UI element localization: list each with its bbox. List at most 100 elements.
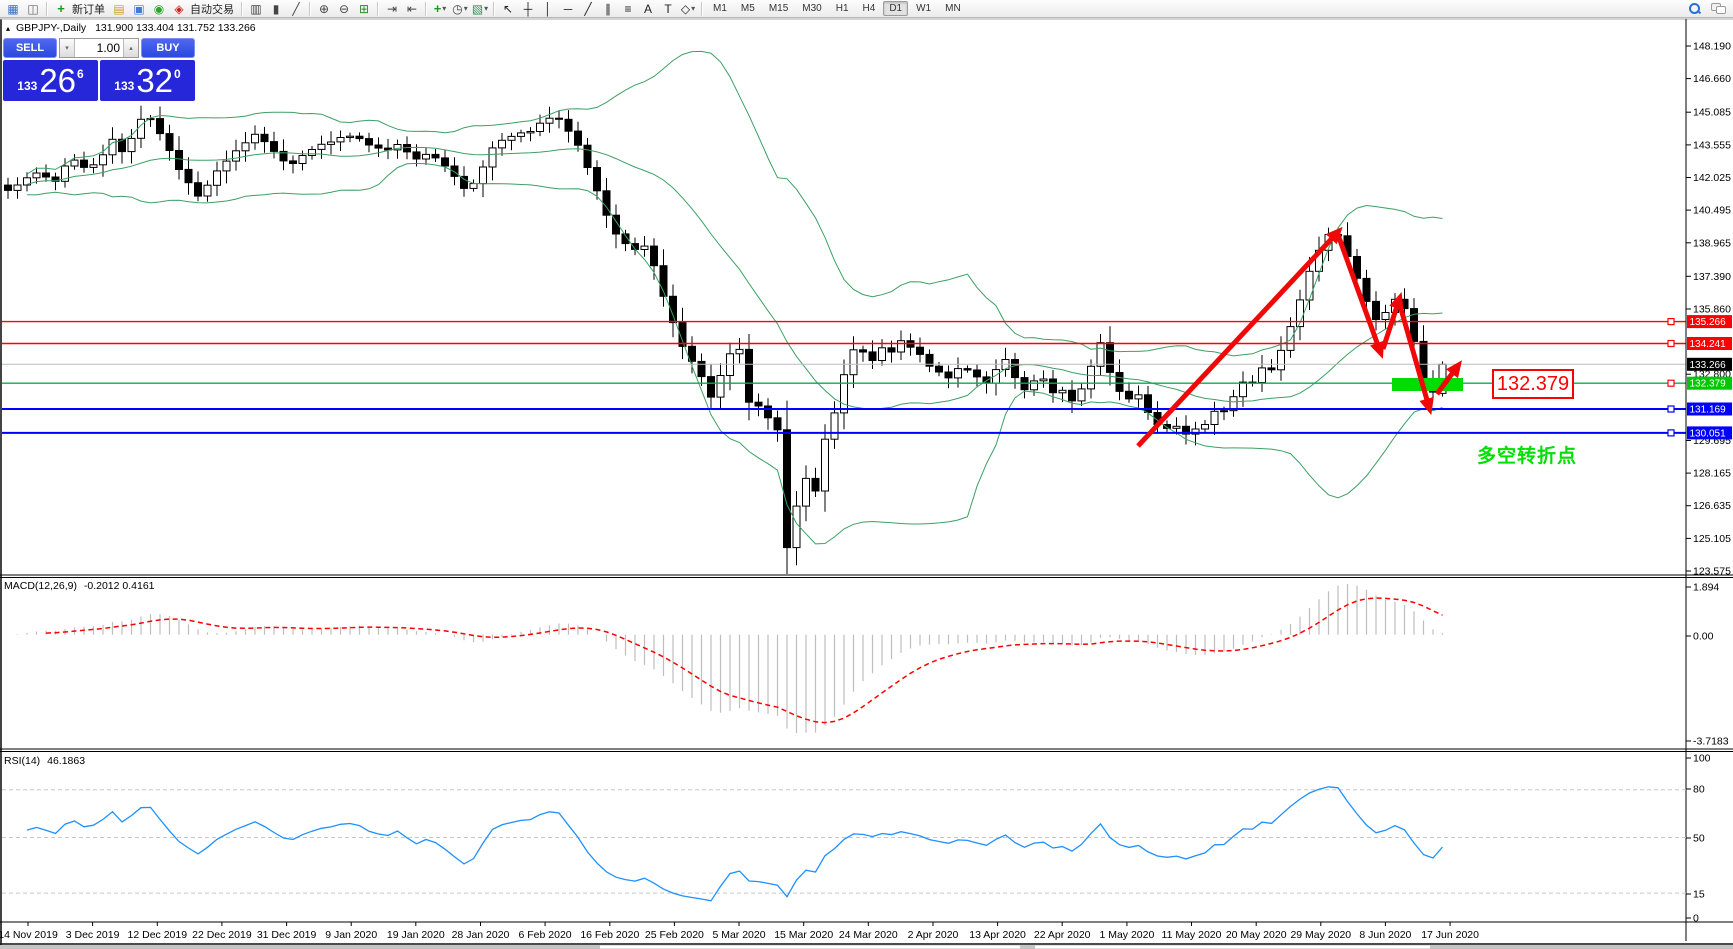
new-chart-icon[interactable]: ▦	[3, 1, 23, 17]
date-label: 29 May 2020	[1290, 929, 1351, 941]
svg-text:148.190: 148.190	[1693, 41, 1731, 53]
bar-chart-icon[interactable]: ▥	[246, 1, 266, 17]
buy-price-display[interactable]: 133 32 0	[100, 60, 195, 101]
svg-text:135.266: 135.266	[1690, 317, 1727, 328]
timeframe-m30[interactable]: M30	[796, 1, 827, 16]
auto-scroll-icon[interactable]: ⇤	[402, 1, 422, 17]
crosshair-icon[interactable]: ┼	[518, 1, 538, 17]
date-label: 28 Jan 2020	[452, 929, 510, 941]
date-label: 11 May 2020	[1162, 929, 1222, 941]
timeframe-m1[interactable]: M1	[707, 1, 733, 16]
templates-icon[interactable]: ▧▾	[470, 1, 490, 17]
buy-price-big: 32	[136, 63, 173, 99]
svg-text:0: 0	[1693, 913, 1699, 925]
new-order-icon-label[interactable]: 新订单	[72, 1, 105, 17]
date-label: 1 May 2020	[1099, 929, 1154, 941]
timeframe-d1[interactable]: D1	[883, 1, 908, 16]
text-icon[interactable]: A	[638, 1, 658, 17]
svg-text:126.635: 126.635	[1693, 500, 1731, 512]
label-icon[interactable]: T	[658, 1, 678, 17]
date-label: 24 Mar 2020	[839, 929, 898, 941]
date-label: 19 Jan 2020	[387, 929, 445, 941]
profiles-icon[interactable]: ◫	[23, 1, 43, 17]
macd-histogram	[8, 584, 1443, 733]
search-icon[interactable]	[1689, 3, 1701, 15]
timeframe-m5[interactable]: M5	[735, 1, 761, 16]
date-label: 16 Feb 2020	[580, 929, 639, 941]
rsi-label: RSI(14) 46.1863	[4, 755, 85, 767]
sell-price-prefix: 133	[17, 79, 37, 93]
sell-price-display[interactable]: 133 26 6	[3, 60, 98, 101]
symbol-title: GBPJPY-,Daily	[16, 22, 86, 34]
zoom-out-icon[interactable]: ⊖	[334, 1, 354, 17]
sell-button[interactable]: SELL	[3, 38, 57, 58]
svg-text:80: 80	[1693, 784, 1705, 796]
tile-windows-icon[interactable]: ⊞	[354, 1, 374, 17]
volume-increase-button[interactable]: ▴	[123, 39, 138, 57]
svg-text:50: 50	[1693, 833, 1705, 845]
trendline-icon[interactable]: ╱	[578, 1, 598, 17]
symbol-ohlc: 131.900 133.404 131.752 133.266	[95, 22, 256, 34]
highlight-rect[interactable]	[1392, 378, 1463, 391]
date-label: 9 Jan 2020	[325, 929, 377, 941]
svg-text:134.241: 134.241	[1690, 339, 1727, 350]
timeframe-mn[interactable]: MN	[939, 1, 967, 16]
candle-chart-icon[interactable]: ▮	[266, 1, 286, 17]
line-chart-icon[interactable]: ╱	[286, 1, 306, 17]
svg-text:1.894: 1.894	[1693, 582, 1719, 594]
chart-canvas[interactable]: 148.190146.660145.085143.555142.025140.4…	[0, 0, 1733, 949]
market-watch-icon[interactable]: ▤	[109, 1, 129, 17]
svg-text:130.051: 130.051	[1690, 428, 1727, 439]
timeframe-h1[interactable]: H1	[830, 1, 855, 16]
svg-text:131.169: 131.169	[1690, 405, 1727, 416]
chat-icon[interactable]	[1711, 3, 1725, 14]
buy-button[interactable]: BUY	[141, 38, 195, 58]
horizontal-line-icon[interactable]: ─	[558, 1, 578, 17]
chart-shift-icon[interactable]: ⇥	[382, 1, 402, 17]
date-label: 20 May 2020	[1226, 929, 1287, 941]
date-label: 13 Apr 2020	[969, 929, 1026, 941]
periods-icon[interactable]: ◷▾	[450, 1, 470, 17]
date-label: 12 Dec 2019	[128, 929, 188, 941]
volume-stepper: ▾ ▴	[59, 38, 139, 58]
svg-text:15: 15	[1693, 889, 1705, 901]
svg-text:142.025: 142.025	[1693, 172, 1731, 184]
cursor-icon[interactable]: ↖	[498, 1, 518, 17]
bollinger-bands	[27, 51, 1443, 544]
toolbar-right-group	[1689, 3, 1725, 15]
signals-icon[interactable]: ◉	[149, 1, 169, 17]
zoom-in-icon[interactable]: ⊕	[314, 1, 334, 17]
date-label: 17 Jun 2020	[1421, 929, 1479, 941]
timeframe-w1[interactable]: W1	[910, 1, 937, 16]
svg-text:140.495: 140.495	[1693, 205, 1731, 217]
date-label: 22 Apr 2020	[1034, 929, 1091, 941]
date-label: 14 Nov 2019	[0, 929, 58, 941]
shapes-icon[interactable]: ◇▾	[678, 1, 698, 17]
volume-decrease-button[interactable]: ▾	[60, 39, 75, 57]
price-callout-132379[interactable]: 132.379	[1492, 369, 1574, 399]
svg-text:145.085: 145.085	[1693, 107, 1731, 119]
collapse-marker-icon[interactable]: ▴	[6, 24, 10, 33]
svg-text:132.379: 132.379	[1690, 379, 1727, 390]
timeframe-m15[interactable]: M15	[763, 1, 794, 16]
new-order-icon[interactable]: +	[51, 1, 71, 17]
fibonacci-icon[interactable]: ≡	[618, 1, 638, 17]
symbol-info-bar: ▴ GBPJPY-,Daily 131.900 133.404 131.752 …	[6, 22, 256, 34]
timeframe-h4[interactable]: H4	[857, 1, 882, 16]
channel-icon[interactable]: ∥	[598, 1, 618, 17]
svg-text:133.266: 133.266	[1690, 360, 1727, 371]
date-label: 3 Dec 2019	[66, 929, 120, 941]
metaeditor-icon[interactable]: ▣	[129, 1, 149, 17]
buy-price-prefix: 133	[114, 79, 134, 93]
autotrading-icon[interactable]: ◈	[169, 1, 189, 17]
svg-text:138.965: 138.965	[1693, 237, 1731, 249]
turning-point-note[interactable]: 多空转折点	[1477, 441, 1577, 468]
vertical-line-icon[interactable]: │	[538, 1, 558, 17]
svg-text:123.575: 123.575	[1693, 566, 1731, 578]
indicators-icon[interactable]: +▾	[430, 1, 450, 17]
volume-input[interactable]	[75, 39, 123, 57]
autotrading-icon-label[interactable]: 自动交易	[190, 1, 234, 17]
toolbar-items: ▦◫+新订单▤▣◉◈自动交易▥▮╱⊕⊖⊞⇥⇤+▾◷▾▧▾↖┼│─╱∥≡AT◇▾M…	[3, 1, 968, 17]
date-label: 5 Mar 2020	[712, 929, 765, 941]
rsi-value: 46.1863	[47, 755, 85, 767]
